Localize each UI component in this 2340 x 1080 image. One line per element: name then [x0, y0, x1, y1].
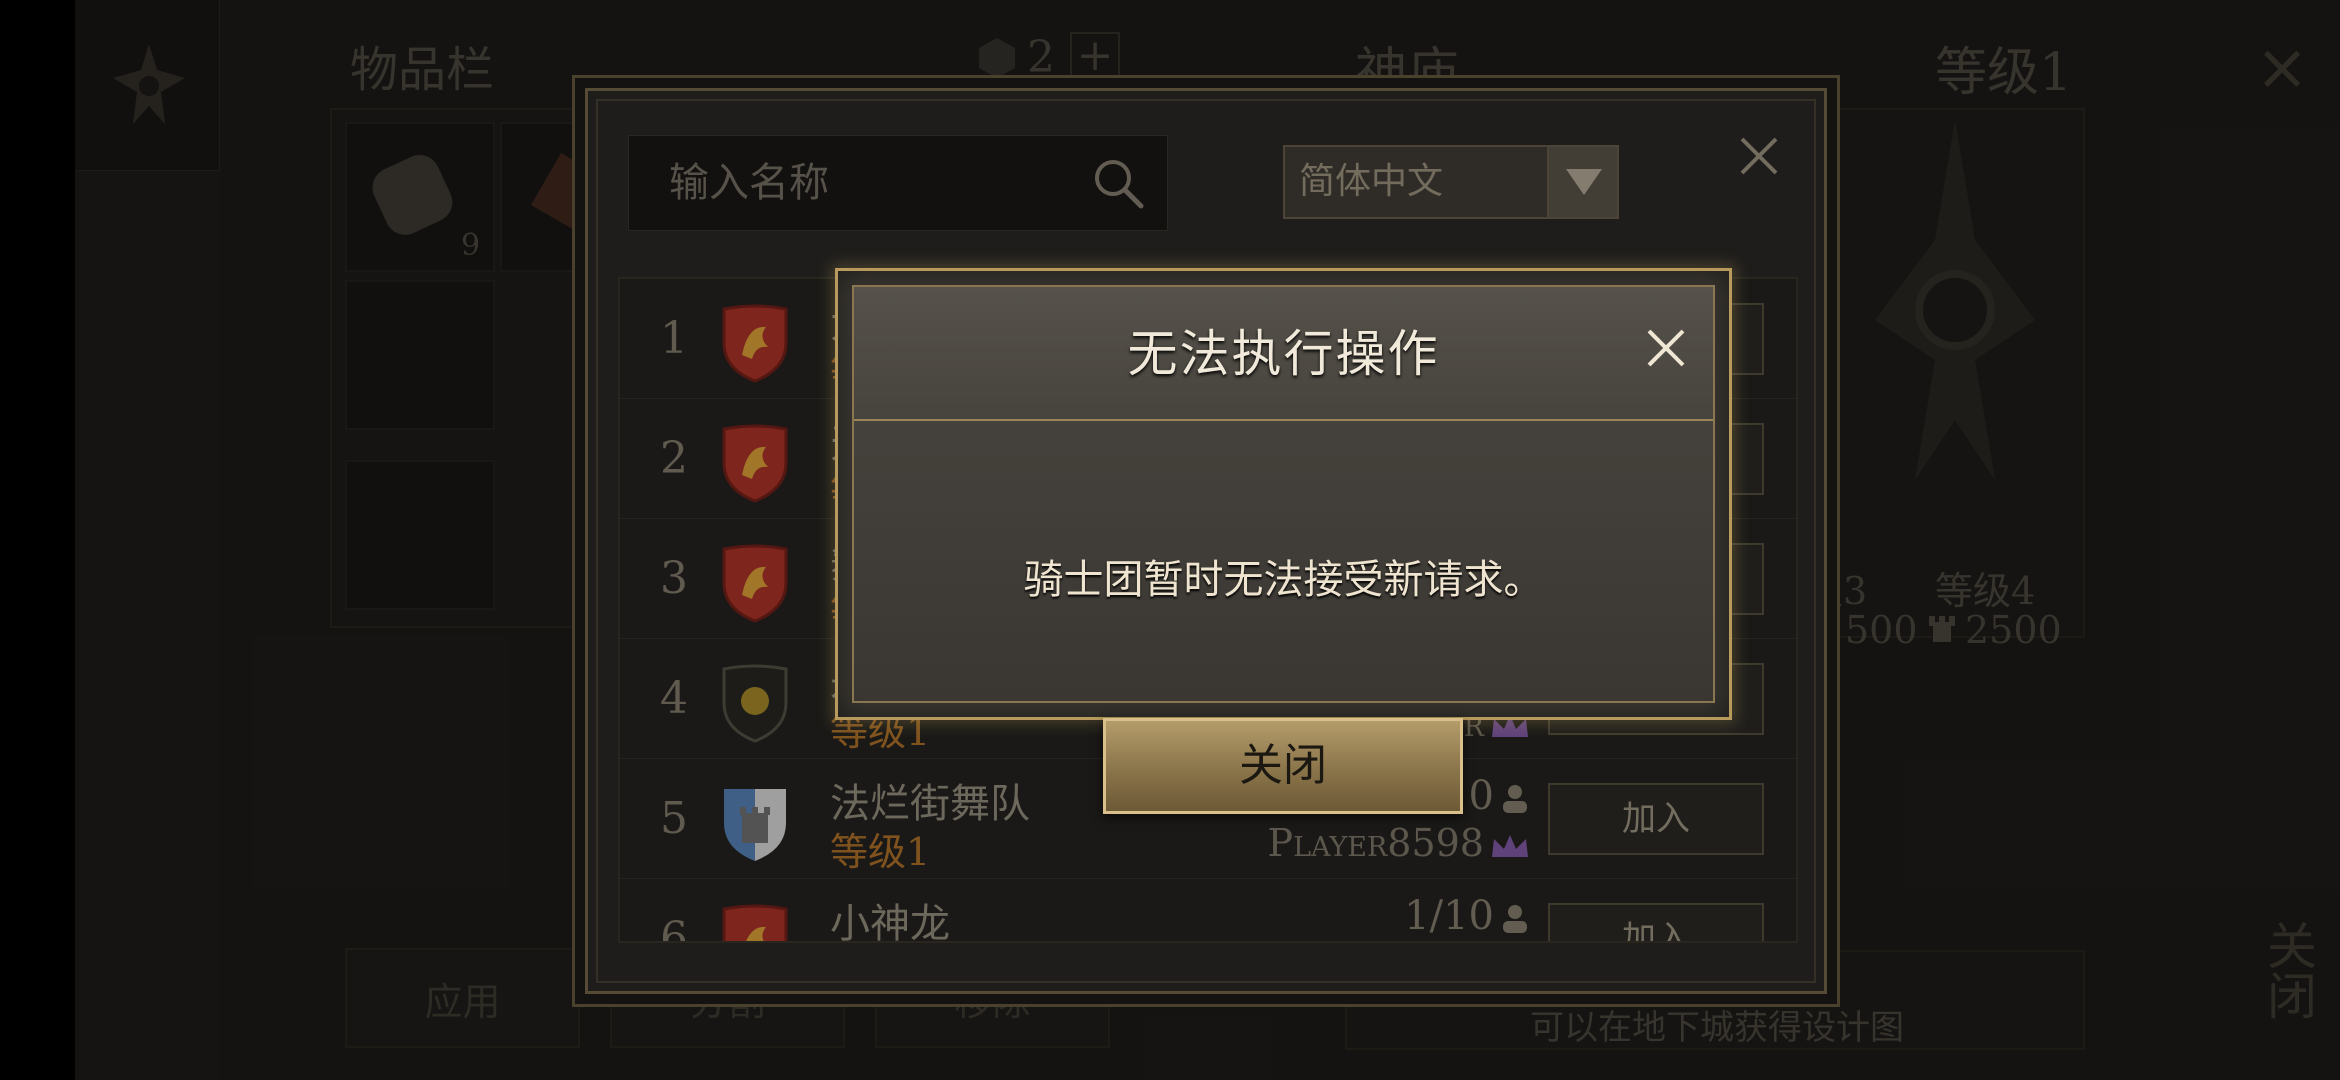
game-screen: 物品栏 2 + 神庙 等级1 9 应用 分割 移除 级3 500 等级4 250… [75, 0, 2340, 1080]
modal-message: 骑士团暂时无法接受新请求。 [1023, 557, 1544, 603]
error-modal: 无法执行操作 骑士团暂时无法接受新请求。 [835, 268, 1732, 720]
modal-title: 无法执行操作 [1127, 325, 1440, 383]
close-button[interactable]: 关闭 [1103, 718, 1463, 814]
modal-panel: 无法执行操作 骑士团暂时无法接受新请求。 [852, 285, 1715, 703]
modal-title-bar: 无法执行操作 [854, 287, 1713, 421]
modal-frame: 无法执行操作 骑士团暂时无法接受新请求。 [835, 268, 1732, 720]
close-icon[interactable] [1641, 323, 1691, 373]
